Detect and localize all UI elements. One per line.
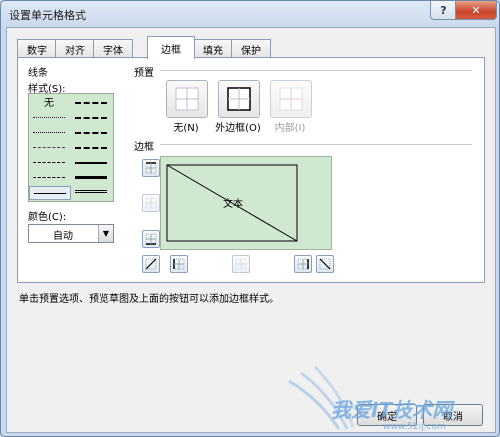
line-style-dotted[interactable] [31,127,67,138]
border-diagonal-up-button[interactable] [142,255,160,273]
border-top-button[interactable] [142,159,160,177]
tab-label: 边框 [161,44,181,56]
dialog-body: 数字 对齐 字体 边框 填充 保护 线条 样式(S): 无 颜色(C): 自动 … [6,27,496,433]
ok-button-label: 确定 [377,411,397,423]
cancel-button-label: 取消 [443,411,463,423]
ok-button[interactable]: 确定 [357,404,417,426]
border-inside-vertical-button[interactable] [232,255,250,273]
color-dropdown-value: 自动 [53,231,73,242]
line-style-thick[interactable] [73,172,109,183]
border-diagonal-down-button[interactable] [316,255,334,273]
line-style-hair[interactable] [31,112,67,123]
title-bar[interactable]: 设置单元格格式 ? ✕ [1,1,499,27]
line-group-title: 线条 [28,68,48,79]
preset-none-button[interactable] [166,80,208,118]
dialog-window: 设置单元格格式 ? ✕ 数字 对齐 字体 边框 填充 保护 线条 样式(S): … [0,0,500,437]
preset-outline-icon [227,87,251,111]
preset-none-label: 无(N) [173,123,199,134]
preset-inside-icon [279,87,303,111]
border-inside-horizontal-button[interactable] [142,194,160,212]
border-tab-panel: 线条 样式(S): 无 颜色(C): 自动 ▼ 预置 无(N) 外边框(O) 内… [17,57,485,283]
line-style-solid-thin[interactable] [29,186,71,200]
line-style-medium[interactable] [73,157,109,168]
line-style-none[interactable]: 无 [31,96,67,109]
help-icon: ? [440,3,447,17]
border-diagonal-up-icon [145,258,157,270]
tab-alignment[interactable]: 对齐 [55,39,95,58]
line-style-medium-dash-dot-dot[interactable] [73,97,109,108]
border-inside-vertical-icon [235,258,247,270]
border-preview[interactable]: 文本 [160,156,332,250]
border-separator [160,144,472,145]
line-style-double[interactable] [73,187,109,198]
border-right-icon [297,258,309,270]
border-left-icon [173,258,185,270]
close-button[interactable]: ✕ [455,1,497,20]
border-inside-horizontal-icon [145,197,157,209]
line-style-dash-dot-dot[interactable] [31,142,67,153]
border-right-button[interactable] [294,255,312,273]
chevron-down-icon[interactable]: ▼ [98,225,113,242]
border-group-title: 边框 [134,142,154,153]
tab-protection[interactable]: 保护 [231,39,271,58]
line-style-dash-dot[interactable] [31,157,67,168]
close-icon: ✕ [471,3,481,17]
line-style-none-label: 无 [44,98,54,109]
preset-outline-button[interactable] [218,80,260,118]
preset-inside-label: 内部(I) [274,123,306,134]
line-style-medium-dash-dot[interactable] [73,127,109,138]
preset-none-icon [175,87,199,111]
line-style-list[interactable]: 无 [28,93,114,202]
tab-label: 填充 [203,45,223,57]
color-dropdown[interactable]: 自动 ▼ [28,224,114,243]
line-style-slant-dash-dot[interactable] [73,112,109,123]
tab-label: 数字 [27,45,47,57]
tab-number[interactable]: 数字 [17,39,57,58]
border-diagonal-down-icon [319,258,331,270]
border-bottom-icon [145,233,157,245]
presets-separator [160,70,472,71]
description-text: 单击预置选项、预览草图及上面的按钮可以添加边框样式。 [19,294,279,305]
tab-label: 对齐 [65,45,85,57]
tab-label: 保护 [241,45,261,57]
border-preview-drawing [166,164,298,242]
border-top-icon [145,162,157,174]
tab-font[interactable]: 字体 [93,39,133,58]
tab-label: 字体 [103,45,123,57]
presets-group-title: 预置 [134,68,154,79]
preset-inside-button[interactable] [270,80,312,118]
preview-text: 文本 [223,199,243,210]
line-style-dashed[interactable] [31,172,67,183]
tab-fill[interactable]: 填充 [193,39,233,58]
dialog-title: 设置单元格格式 [9,9,86,22]
cancel-button[interactable]: 取消 [423,404,483,426]
preset-outline-label: 外边框(O) [215,123,261,134]
help-button[interactable]: ? [430,1,457,20]
color-label: 颜色(C): [28,212,67,223]
tab-border[interactable]: 边框 [147,36,195,59]
border-left-button[interactable] [170,255,188,273]
line-style-medium-dashed[interactable] [73,142,109,153]
border-bottom-button[interactable] [142,230,160,248]
